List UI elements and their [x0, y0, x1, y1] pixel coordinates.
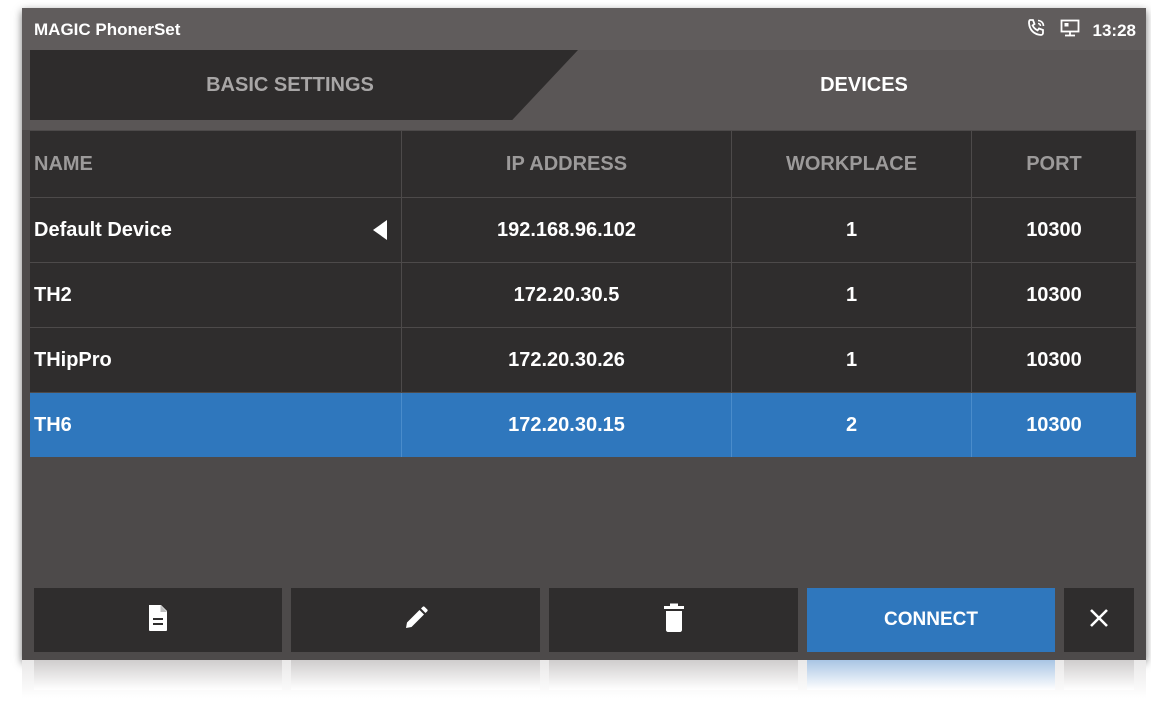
- cell-workplace: 1: [732, 198, 972, 262]
- cell-ip: 172.20.30.26: [402, 328, 732, 392]
- cell-port: 10300: [972, 263, 1136, 327]
- reflection-shape: [34, 660, 282, 690]
- reflection-shape: [1064, 660, 1134, 690]
- reflection-shape: [807, 660, 1055, 690]
- cell-ip: 172.20.30.15: [402, 393, 732, 457]
- edit-device-button[interactable]: [291, 588, 540, 652]
- device-name: TH6: [34, 413, 72, 436]
- cell-ip: 172.20.30.5: [402, 263, 732, 327]
- trash-icon: [663, 603, 685, 638]
- app-title: MAGIC PhonerSet: [34, 20, 181, 39]
- reflection-shape: [549, 660, 798, 690]
- column-header-name[interactable]: NAME: [30, 131, 402, 197]
- tab-devices[interactable]: DEVICES: [582, 50, 1146, 120]
- table-header: NAME IP ADDRESS WORKPLACE PORT: [30, 131, 1136, 198]
- cell-workplace: 2: [732, 393, 972, 457]
- reflection-shape: [291, 660, 540, 690]
- cell-name: THipPro: [30, 328, 402, 392]
- tab-basic-settings[interactable]: BASIC SETTINGS: [30, 50, 578, 120]
- phonerset-window: MAGIC PhonerSet 13:28 BASIC SETTINGS DEV…: [22, 8, 1146, 660]
- close-icon: [1088, 607, 1110, 634]
- cell-name: Default Device: [30, 198, 402, 262]
- cell-workplace: 1: [732, 263, 972, 327]
- device-name: TH2: [34, 283, 72, 306]
- action-toolbar: CONNECT: [34, 588, 1134, 652]
- screen-reflection: [22, 660, 1146, 705]
- table-row[interactable]: Default Device 192.168.96.102 1 10300: [30, 198, 1136, 263]
- devices-table: NAME IP ADDRESS WORKPLACE PORT Default D…: [30, 131, 1136, 458]
- document-icon: [147, 604, 169, 637]
- table-row-selected[interactable]: TH6 172.20.30.15 2 10300: [30, 393, 1136, 458]
- cell-port: 10300: [972, 198, 1136, 262]
- device-name: Default Device: [34, 218, 172, 241]
- tab-basic-settings-label: BASIC SETTINGS: [206, 74, 374, 96]
- pencil-icon: [403, 605, 429, 636]
- status-icons: 13:28: [1025, 17, 1136, 44]
- table-row[interactable]: TH2 172.20.30.5 1 10300: [30, 263, 1136, 328]
- column-header-port[interactable]: PORT: [972, 131, 1136, 197]
- phone-ringing-icon: [1025, 17, 1047, 44]
- column-header-ip[interactable]: IP ADDRESS: [402, 131, 732, 197]
- monitor-icon: [1059, 17, 1081, 44]
- cell-port: 10300: [972, 328, 1136, 392]
- delete-device-button[interactable]: [549, 588, 798, 652]
- cell-port: 10300: [972, 393, 1136, 457]
- status-bar: MAGIC PhonerSet 13:28: [22, 8, 1146, 50]
- cell-ip: 192.168.96.102: [402, 198, 732, 262]
- default-marker-icon: [373, 220, 387, 240]
- cell-workplace: 1: [732, 328, 972, 392]
- tab-bar: BASIC SETTINGS DEVICES: [22, 50, 1146, 130]
- status-time: 13:28: [1092, 20, 1136, 40]
- connect-button[interactable]: CONNECT: [807, 588, 1055, 652]
- table-row[interactable]: THipPro 172.20.30.26 1 10300: [30, 328, 1136, 393]
- close-button[interactable]: [1064, 588, 1134, 652]
- device-name: THipPro: [34, 348, 112, 371]
- cell-name: TH2: [30, 263, 402, 327]
- cell-name: TH6: [30, 393, 402, 457]
- column-header-workplace[interactable]: WORKPLACE: [732, 131, 972, 197]
- new-device-button[interactable]: [34, 588, 282, 652]
- tab-devices-label: DEVICES: [820, 74, 908, 96]
